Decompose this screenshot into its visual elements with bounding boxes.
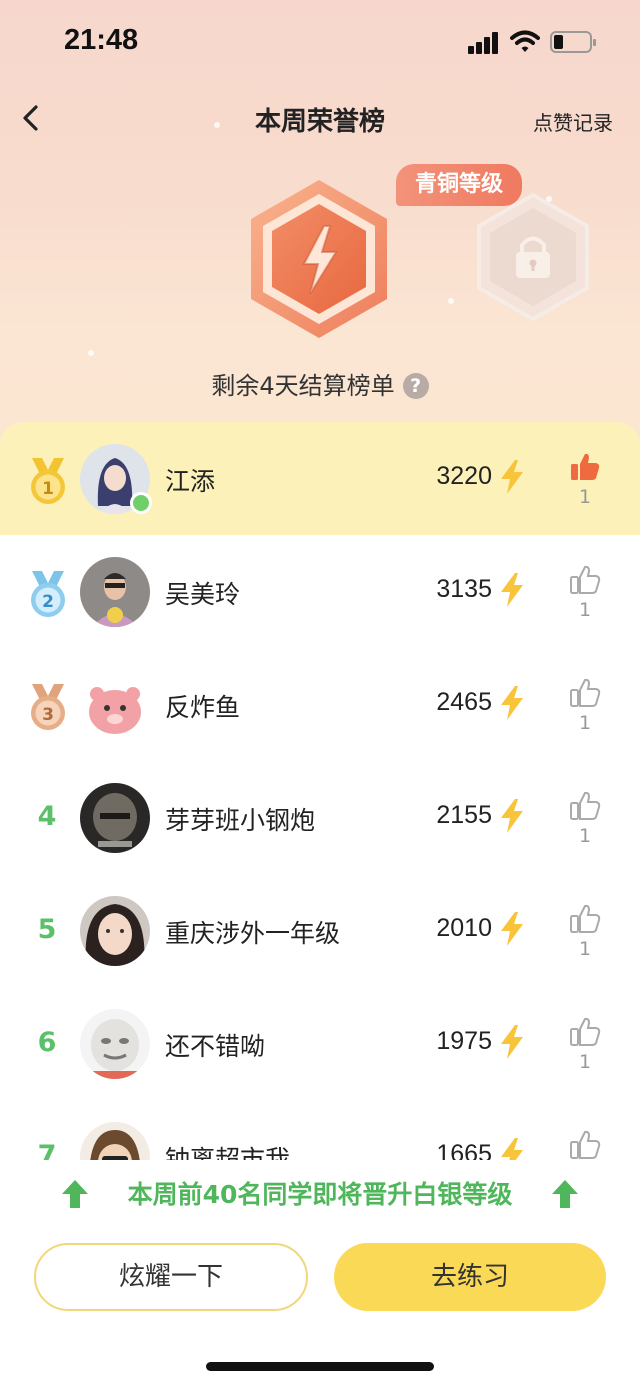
thumbs-up-icon[interactable] — [568, 789, 602, 823]
lightning-icon — [501, 799, 523, 833]
score-value: 2465 — [436, 688, 492, 716]
medal-rank: 2 — [42, 592, 54, 612]
score-value: 3135 — [436, 575, 492, 603]
score-value: 1665 — [436, 1140, 492, 1160]
thumbs-up-icon[interactable] — [568, 450, 602, 484]
bronze-level-badge — [251, 180, 387, 338]
signal-icon — [468, 32, 500, 54]
up-arrow-icon — [552, 1180, 578, 1208]
battery-icon — [550, 31, 596, 53]
help-icon[interactable]: ? — [402, 373, 429, 399]
thumbs-up-icon[interactable] — [568, 1128, 602, 1160]
leaderboard-row[interactable]: 1 江添 3220 1 — [0, 422, 640, 535]
lightning-icon — [501, 686, 523, 720]
student-name: 江添 — [165, 467, 216, 496]
avatar[interactable] — [80, 783, 150, 853]
lightning-icon — [501, 460, 523, 494]
thumbs-up-icon[interactable] — [568, 902, 602, 936]
leaderboard-row[interactable]: 6 还不错呦 1975 1 — [0, 987, 640, 1100]
student-name: 吴美玲 — [165, 580, 241, 609]
thumbs-up-icon[interactable] — [568, 676, 602, 710]
rank-number: 6 — [37, 1027, 57, 1058]
avatar[interactable] — [80, 896, 150, 966]
student-name: 重庆涉外一年级 — [165, 919, 341, 948]
score-value: 2155 — [436, 801, 492, 829]
score-value: 1975 — [436, 1027, 492, 1055]
countdown-text: 剩余4天结算榜单? — [0, 366, 640, 401]
lightning-icon — [501, 573, 523, 607]
leaderboard-row[interactable]: 2 吴美玲 3135 1 — [0, 535, 640, 648]
like-count: 1 — [578, 712, 592, 734]
student-name: 芽芽班小钢炮 — [165, 806, 316, 835]
silver-medal-icon: 2 — [31, 571, 65, 617]
student-name: 反炸鱼 — [165, 693, 241, 722]
rank-number: 5 — [37, 914, 57, 945]
avatar[interactable] — [80, 1122, 150, 1160]
medal-rank: 3 — [42, 705, 54, 725]
practice-button[interactable]: 去练习 — [334, 1243, 606, 1311]
like-count: 1 — [578, 938, 592, 960]
medal-rank: 1 — [42, 479, 54, 499]
status-bar: 21:48 — [0, 0, 640, 88]
like-count: 1 — [578, 599, 592, 621]
show-off-button[interactable]: 炫耀一下 — [34, 1243, 308, 1311]
avatar[interactable] — [80, 670, 150, 740]
like-record-link[interactable]: 点赞记录 — [533, 107, 613, 136]
sparkle — [448, 298, 454, 304]
like-count: 1 — [578, 825, 592, 847]
leaderboard-row[interactable]: 7 钟离超市我 1665 — [0, 1100, 640, 1160]
locked-level-badge — [477, 192, 589, 322]
gold-medal-icon: 1 — [31, 458, 65, 504]
leaderboard-row[interactable]: 4 芽芽班小钢炮 2155 1 — [0, 761, 640, 874]
lightning-icon — [501, 1138, 523, 1160]
thumbs-up-icon[interactable] — [568, 563, 602, 597]
score-value: 2010 — [436, 914, 492, 942]
status-time: 21:48 — [64, 24, 139, 56]
like-count: 1 — [578, 1051, 592, 1073]
student-name: 还不错呦 — [165, 1032, 266, 1061]
lightning-icon — [501, 912, 523, 946]
rank-number: 4 — [37, 801, 57, 832]
score-value: 3220 — [436, 462, 492, 490]
sparkle — [88, 350, 94, 356]
online-status-dot — [130, 492, 152, 514]
leaderboard-list[interactable]: 1 江添 3220 1 2 吴美玲 3135 1 3 反炸鱼 2465 1 4 … — [0, 422, 640, 1160]
promotion-notice: 本周前40名同学即将晋升白银等级 — [127, 1180, 513, 1209]
home-indicator — [206, 1362, 434, 1371]
bronze-medal-icon: 3 — [31, 684, 65, 730]
lightning-icon — [501, 1025, 523, 1059]
leaderboard-row[interactable]: 5 重庆涉外一年级 2010 1 — [0, 874, 640, 987]
student-name: 钟离超市我 — [165, 1145, 291, 1160]
thumbs-up-icon[interactable] — [568, 1015, 602, 1049]
countdown-label: 剩余4天结算榜单 — [211, 372, 395, 400]
wifi-icon — [510, 30, 540, 52]
rank-number: 7 — [37, 1140, 57, 1160]
leaderboard-row[interactable]: 3 反炸鱼 2465 1 — [0, 648, 640, 761]
avatar[interactable] — [80, 1009, 150, 1079]
like-count: 1 — [578, 486, 592, 508]
level-tag: 青铜等级 — [396, 164, 522, 206]
avatar[interactable] — [80, 557, 150, 627]
